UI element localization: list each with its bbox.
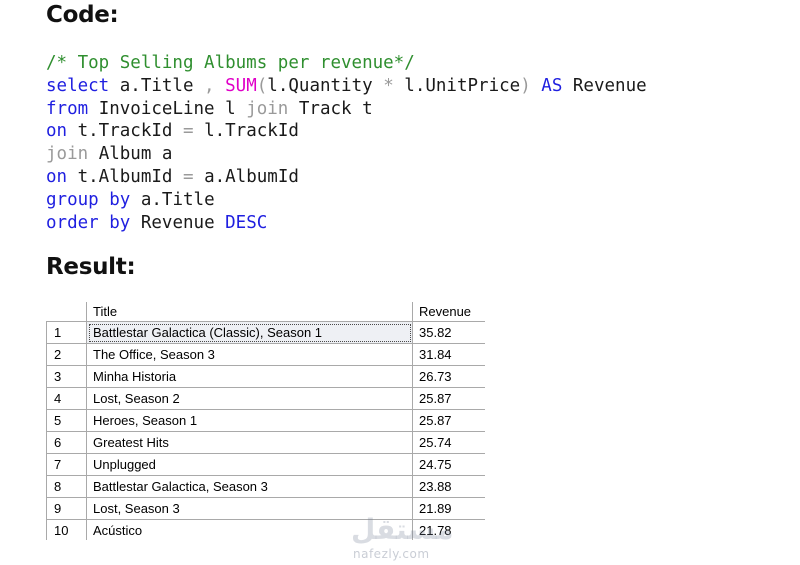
result-row[interactable]: 5 Heroes, Season 1 25.87 [46,409,485,432]
code-token-kw: AS [541,75,563,96]
code-token-kw: on [46,121,68,142]
result-row[interactable]: 4 Lost, Season 2 25.87 [46,387,485,410]
title-cell[interactable]: Unplugged [86,453,413,476]
code-token-kw: from [46,98,89,119]
code-token-id: Album a [88,144,173,165]
code-token-kw: order [46,212,99,233]
code-token-fn: SUM [225,75,257,96]
code-token-id: a.AlbumId [193,166,299,187]
code-line: join Album a [46,143,647,166]
row-number-cell[interactable]: 3 [46,365,87,388]
code-token-kw: on [46,166,68,187]
code-line: select a.Title , SUM(l.Quantity * l.Unit… [46,75,647,98]
code-token-kw: select [46,75,110,96]
code-line: from InvoiceLine l join Track t [46,98,647,121]
revenue-cell[interactable]: 31.84 [412,343,485,366]
result-row[interactable]: 2 The Office, Season 3 31.84 [46,343,485,366]
title-cell[interactable]: Acústico [86,519,413,540]
code-token-id: l.TrackId [193,121,299,142]
code-heading: Code: [46,2,119,28]
row-number-cell[interactable]: 6 [46,431,87,454]
title-cell[interactable]: The Office, Season 3 [86,343,413,366]
row-number-cell[interactable]: 5 [46,409,87,432]
title-cell[interactable]: Lost, Season 3 [86,497,413,520]
result-row[interactable]: 10 Acústico 21.78 [46,519,485,540]
code-token-id: Track t [288,98,373,119]
results-header-row: Title Revenue [46,302,485,322]
code-line: /* Top Selling Albums per revenue*/ [46,52,647,75]
column-header-revenue[interactable]: Revenue [412,302,485,322]
code-token-kw: by [109,212,131,233]
result-row[interactable]: 6 Greatest Hits 25.74 [46,431,485,454]
row-number-cell[interactable]: 1 [46,321,87,344]
revenue-cell[interactable]: 21.78 [412,519,485,540]
title-cell[interactable]: Greatest Hits [86,431,413,454]
code-token-kw: DESC [225,212,268,233]
result-row[interactable]: 9 Lost, Season 3 21.89 [46,497,485,520]
code-token-id: l.UnitPrice [393,75,521,96]
result-heading: Result: [46,254,136,280]
code-line: group by a.Title [46,189,647,212]
result-row[interactable]: 7 Unplugged 24.75 [46,453,485,476]
column-header-title[interactable]: Title [86,302,413,322]
code-token-op: , [204,75,215,96]
code-token-op: = [182,166,194,187]
revenue-cell[interactable]: 35.82 [412,321,485,344]
code-token-id [215,76,226,96]
code-token-id [531,76,542,96]
code-token-id: l.Quantity [267,75,384,96]
code-token-id: t.AlbumId [67,166,183,187]
row-number-cell[interactable]: 2 [46,343,87,366]
revenue-cell[interactable]: 25.87 [412,409,485,432]
code-token-op: join [246,98,289,119]
title-cell[interactable]: Minha Historia [86,365,413,388]
code-token-id: Revenue [562,75,647,96]
result-row[interactable]: 1 Battlestar Galactica (Classic), Season … [46,321,485,344]
code-token-id: InvoiceLine l [88,98,247,119]
code-line: on t.AlbumId = a.AlbumId [46,166,647,189]
title-cell[interactable]: Heroes, Season 1 [86,409,413,432]
revenue-cell[interactable]: 26.73 [412,365,485,388]
code-token-kw: by [109,189,131,210]
title-cell[interactable]: Battlestar Galactica (Classic), Season 1 [86,321,413,344]
watermark-site-text: nafezly.com [353,547,430,561]
row-number-cell[interactable]: 8 [46,475,87,498]
code-token-op: ( [256,75,268,96]
code-token-id [99,190,110,210]
row-number-cell[interactable]: 7 [46,453,87,476]
revenue-cell[interactable]: 25.74 [412,431,485,454]
revenue-cell[interactable]: 21.89 [412,497,485,520]
revenue-cell[interactable]: 25.87 [412,387,485,410]
code-token-comment: /* Top Selling Albums per revenue*/ [46,53,415,73]
code-token-id: Revenue [130,212,226,233]
code-token-op: * [383,75,394,96]
row-number-cell[interactable]: 9 [46,497,87,520]
revenue-cell[interactable]: 23.88 [412,475,485,498]
sql-code-block: /* Top Selling Albums per revenue*/selec… [46,52,647,234]
code-line: order by Revenue DESC [46,212,647,235]
code-token-id: t.TrackId [67,121,183,142]
code-token-kw: group [46,189,99,210]
code-token-op: = [182,121,194,142]
results-grid[interactable]: Title Revenue 1 Battlestar Galactica (Cla… [46,302,485,540]
code-token-op: ) [520,75,531,96]
row-number-header[interactable] [46,302,87,322]
code-line: on t.TrackId = l.TrackId [46,120,647,143]
result-row[interactable]: 8 Battlestar Galactica, Season 3 23.88 [46,475,485,498]
row-number-cell[interactable]: 10 [46,519,87,540]
code-token-id [99,213,110,233]
code-token-op: join [46,144,89,165]
result-row[interactable]: 3 Minha Historia 26.73 [46,365,485,388]
title-cell[interactable]: Lost, Season 2 [86,387,413,410]
title-cell[interactable]: Battlestar Galactica, Season 3 [86,475,413,498]
revenue-cell[interactable]: 24.75 [412,453,485,476]
row-number-cell[interactable]: 4 [46,387,87,410]
code-token-id: a.Title [130,189,215,210]
code-token-id: a.Title [109,75,205,96]
